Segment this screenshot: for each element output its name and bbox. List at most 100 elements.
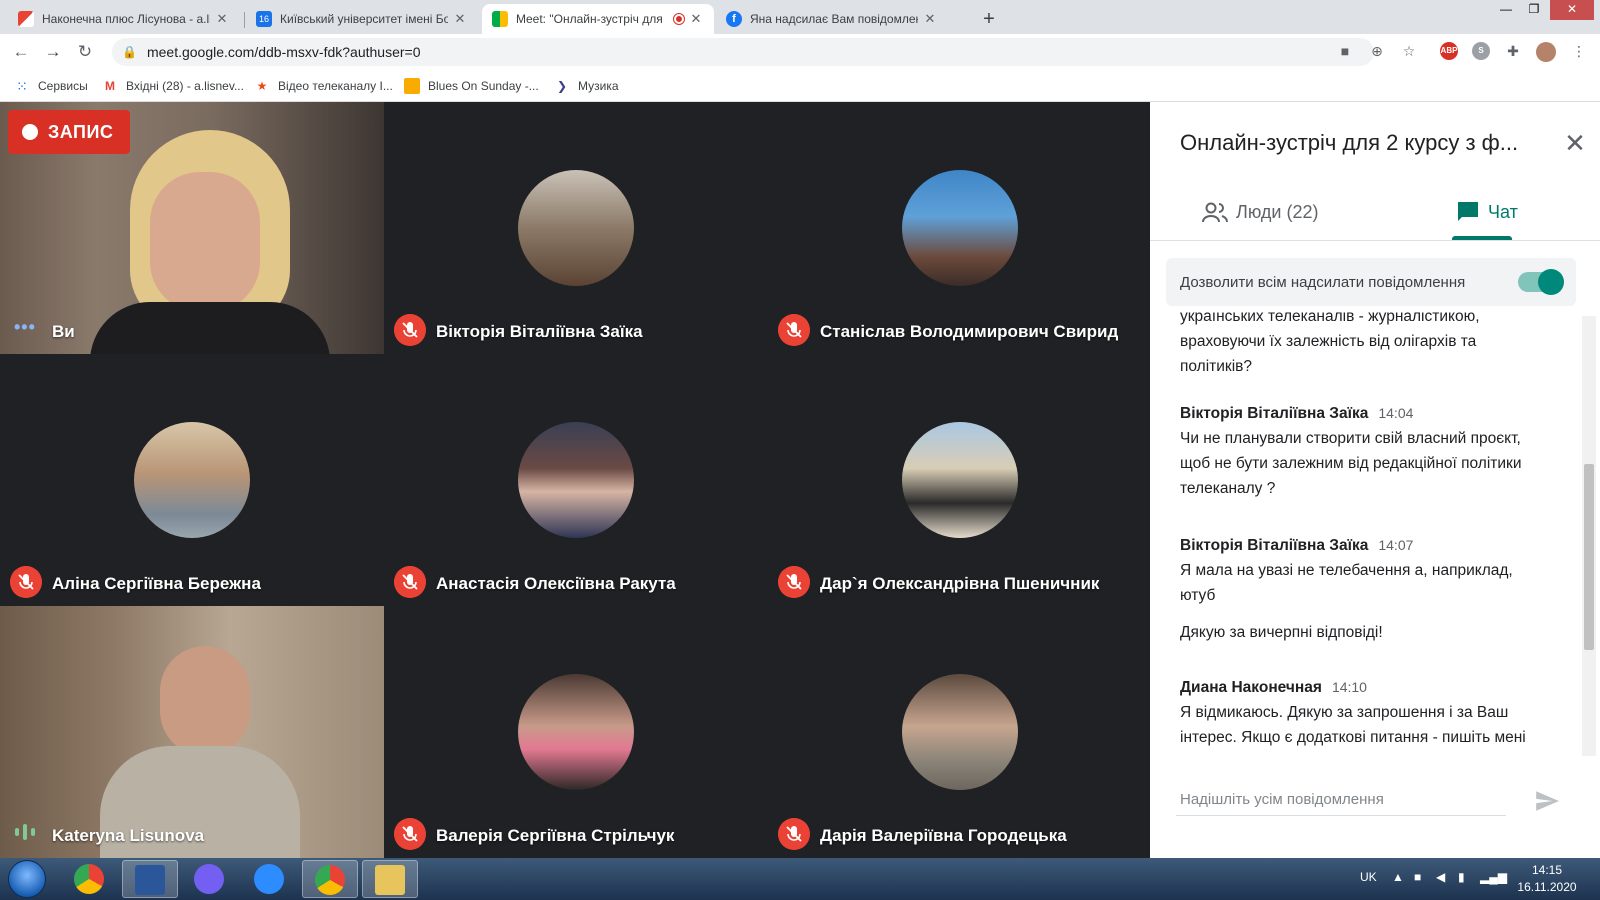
browser-tab-facebook[interactable]: f Яна надсилає Вам повідомлення ✕ (716, 4, 948, 34)
allow-messages-toggle[interactable] (1518, 269, 1564, 295)
message-header: Вікторія Віталіївна Заїка 14:04 (1180, 401, 1560, 426)
message-sender: Диана Наконечная (1180, 679, 1322, 696)
participant-tile[interactable]: Дарія Валеріївна Городецька (768, 606, 1152, 858)
participant-video (0, 606, 384, 858)
folder-icon (404, 78, 420, 94)
close-tab-icon[interactable]: ✕ (452, 11, 468, 27)
close-panel-button[interactable]: ✕ (1560, 128, 1590, 158)
menu-icon[interactable]: ⋮ (1568, 40, 1590, 62)
browser-tab-university[interactable]: 16 Київський університет імені Бор ✕ (246, 4, 478, 34)
tab-people[interactable]: Люди (22) (1202, 198, 1319, 226)
back-button[interactable]: ← (10, 41, 32, 63)
bookmark-star-icon[interactable]: ☆ (1398, 40, 1420, 62)
more-options-icon[interactable]: ••• (14, 317, 36, 338)
signal-icon[interactable]: ▂▄▆ (1480, 870, 1507, 884)
message-line: щоб не бути залежним від редакційної пол… (1180, 455, 1522, 472)
message-line: Чи не планували створити свій власний пр… (1180, 430, 1521, 447)
taskbar-explorer[interactable] (362, 860, 418, 898)
message-line: ютуб (1180, 587, 1216, 604)
send-icon[interactable] (1534, 788, 1560, 814)
bookmark-music[interactable]: ❯ Музика (554, 77, 619, 95)
message-line: враховуючи їх залежність від олігархів т… (1180, 333, 1477, 350)
extensions-icon[interactable]: ✚ (1502, 40, 1524, 62)
bookmark-label: Відео телеканалу І... (278, 79, 393, 93)
participant-avatar (902, 674, 1018, 790)
record-dot-icon (22, 124, 38, 140)
taskbar-viber[interactable] (182, 860, 238, 898)
apps-grid-icon: ⁙ (16, 78, 28, 94)
tray-zoom-icon[interactable]: ■ (1414, 870, 1421, 884)
start-button[interactable] (8, 860, 46, 898)
taskbar-clock[interactable]: 14:15 16.11.2020 (1510, 862, 1584, 896)
message-time: 14:07 (1378, 537, 1414, 553)
people-icon (1202, 202, 1228, 223)
address-bar[interactable]: 🔒 meet.google.com/ddb-msxv-fdk?authuser=… (112, 38, 1374, 66)
browser-tab-meet[interactable]: Meet: "Онлайн-зустріч для ✕ (482, 4, 714, 34)
bookmark-video[interactable]: ★ Відео телеканалу І... (254, 77, 393, 95)
tray-network-icon[interactable]: ▲ (1392, 870, 1404, 884)
bookmark-label: Blues On Sunday -... (428, 79, 539, 93)
volume-icon[interactable]: ◀ (1436, 870, 1445, 884)
message-header: Диана Наконечная 14:10 (1180, 675, 1560, 700)
bookmark-blues[interactable]: Blues On Sunday -... (404, 77, 539, 95)
new-tab-button[interactable]: + (976, 6, 1002, 32)
close-tab-icon[interactable]: ✕ (922, 11, 938, 27)
message-sender: Вікторія Віталіївна Заїка (1180, 537, 1369, 554)
participant-tile[interactable]: Валерія Сергіївна Стрільчук (384, 606, 768, 858)
language-indicator[interactable]: UK (1360, 870, 1377, 884)
side-panel: Онлайн-зустріч для 2 курсу з ф... ✕ Люди… (1150, 102, 1600, 858)
allow-messages-row: Дозволити всім надсилати повідомлення (1166, 258, 1576, 306)
participant-tile[interactable]: Анастасія Олексіївна Ракута (384, 354, 768, 606)
participant-tile-video[interactable]: Kateryna Lisunova (0, 606, 384, 858)
camera-icon[interactable]: ■ (1334, 40, 1356, 62)
chat-scrollbar[interactable] (1582, 316, 1596, 756)
close-tab-icon[interactable]: ✕ (214, 11, 230, 27)
minimize-button[interactable]: — (1492, 0, 1520, 20)
allow-messages-label: Дозволити всім надсилати повідомлення (1180, 273, 1466, 291)
forward-button[interactable]: → (42, 41, 64, 63)
bookmark-inbox[interactable]: M Вхідні (28) - a.lisnev... (102, 77, 244, 95)
meeting-title: Онлайн-зустріч для 2 курсу з ф... (1180, 130, 1519, 155)
participant-tile[interactable]: Станіслав Володимирович Свирид (768, 102, 1152, 354)
adblock-icon[interactable]: ABP (1440, 42, 1458, 60)
message-time: 14:10 (1331, 679, 1367, 695)
participant-name: Анастасія Олексіївна Ракута (436, 574, 676, 593)
chat-message-input[interactable]: Надішліть усім повідомлення (1176, 786, 1506, 816)
scrollbar-thumb[interactable] (1584, 464, 1594, 650)
toggle-knob (1538, 269, 1564, 295)
skype-icon[interactable]: S (1472, 42, 1490, 60)
bookmark-apps[interactable]: ⁙ Сервисы (14, 77, 88, 95)
mic-off-icon (778, 566, 810, 598)
participant-tile[interactable]: Вікторія Віталіївна Заїка (384, 102, 768, 354)
taskbar-chrome-active[interactable] (302, 860, 358, 898)
browser-tab-gmail[interactable]: Наконечна плюс Лісунова - a.lis ✕ (8, 4, 240, 34)
participant-name: Kateryna Lisunova (52, 826, 205, 845)
mic-off-icon (394, 566, 426, 598)
browser-toolbar: ← → ↻ 🔒 meet.google.com/ddb-msxv-fdk?aut… (0, 34, 1600, 70)
tray-device-icon[interactable]: ▮ (1458, 870, 1465, 884)
profile-avatar[interactable] (1536, 42, 1556, 62)
reload-button[interactable]: ↻ (74, 41, 96, 63)
chat-message-list[interactable]: українських телеканалів - журналістикою,… (1180, 312, 1560, 752)
participant-tile-self[interactable]: ЗАПИС ••• Ви (0, 102, 384, 354)
message-line: інтерес. Якщо є додаткові питання - пиші… (1180, 729, 1526, 746)
tab-chat[interactable]: Чат (1456, 198, 1518, 226)
taskbar-chrome[interactable] (62, 860, 118, 898)
taskbar-zoom[interactable] (242, 860, 298, 898)
windows-taskbar: UK ▲ ■ ◀ ▮ ▂▄▆ 14:15 16.11.2020 (0, 858, 1600, 900)
url-text: meet.google.com/ddb-msxv-fdk?authuser=0 (146, 44, 421, 60)
lock-icon: 🔒 (122, 45, 137, 59)
chrome-icon (315, 865, 345, 895)
participant-tile[interactable]: Аліна Сергіївна Бережна (0, 354, 384, 606)
taskbar-word[interactable] (122, 860, 178, 898)
maximize-button[interactable]: ❐ (1520, 0, 1548, 20)
tab-strip: Наконечна плюс Лісунова - a.lis ✕ 16 Киї… (0, 0, 1600, 34)
close-tab-icon[interactable]: ✕ (688, 11, 704, 27)
participant-tile[interactable]: Дар`я Олександрівна Пшеничник (768, 354, 1152, 606)
tab-title: Meet: "Онлайн-зустріч для (516, 12, 663, 26)
participant-name: Ви (52, 322, 75, 341)
window-close-button[interactable]: ✕ (1550, 0, 1594, 20)
zoom-icon[interactable]: ⊕ (1366, 40, 1388, 62)
participant-avatar (134, 422, 250, 538)
tab-title: Наконечна плюс Лісунова - a.lis (42, 12, 210, 26)
